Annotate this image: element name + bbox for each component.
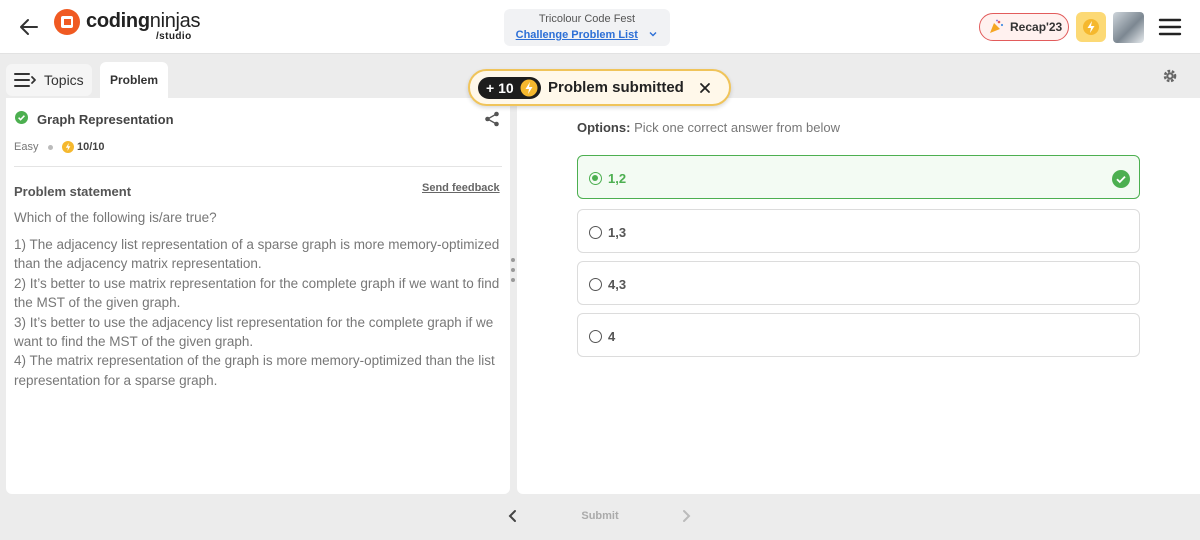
recap-label: Recap'23 — [1010, 20, 1063, 34]
previous-chevron-icon[interactable] — [505, 508, 521, 524]
solved-check-icon — [15, 111, 28, 124]
event-selector[interactable]: Tricolour Code Fest Challenge Problem Li… — [504, 9, 670, 46]
difficulty-label: Easy — [14, 141, 39, 153]
logo-text: codingninjas — [86, 10, 201, 32]
close-icon[interactable] — [698, 81, 712, 95]
statement-item: 4) The matrix representation of the grap… — [14, 353, 495, 388]
option-label: 4 — [608, 329, 616, 344]
lightning-coin-icon — [62, 141, 74, 153]
topics-menu-icon — [14, 73, 36, 87]
avatar[interactable] — [1113, 12, 1144, 43]
option-label: 1,2 — [608, 171, 627, 186]
problem-statement-heading: Problem statement — [14, 184, 132, 199]
submission-toast: + 10 Problem submitted — [468, 69, 731, 106]
hamburger-menu-icon[interactable] — [1158, 15, 1182, 39]
event-title: Tricolour Code Fest — [538, 13, 636, 25]
chevron-down-icon[interactable] — [648, 29, 658, 39]
options-instruction: Options: Pick one correct answer from be… — [577, 120, 840, 135]
options-panel: Options: Pick one correct answer from be… — [517, 98, 1200, 494]
radio-button-selected[interactable] — [589, 172, 602, 185]
tab-topics-label: Topics — [44, 72, 84, 88]
option-3[interactable]: 4,3 — [577, 261, 1140, 305]
radio-button[interactable] — [589, 330, 602, 343]
points-label: + 10 — [486, 80, 514, 96]
radio-button[interactable] — [589, 226, 602, 239]
logo-icon — [54, 9, 80, 35]
option-label: 1,3 — [608, 225, 627, 240]
logo-subtitle: /studio — [156, 31, 192, 42]
recap-button[interactable]: Recap'23 — [979, 13, 1069, 41]
option-label: 4,3 — [608, 277, 627, 292]
separator-dot — [48, 145, 53, 150]
statement-item: 2) It’s better to use matrix representat… — [14, 275, 500, 311]
problem-panel: Graph Representation Easy 10/10 Problem … — [6, 98, 510, 494]
challenge-problem-list-link[interactable]: Challenge Problem List — [516, 29, 638, 41]
problem-statement: 1) The adjacency list representation of … — [14, 235, 506, 390]
toast-message: Problem submitted — [548, 79, 684, 96]
options-label: Options: — [577, 120, 631, 135]
option-4[interactable]: 4 — [577, 313, 1140, 357]
party-popper-icon — [990, 19, 1004, 33]
problem-title: Graph Representation — [37, 112, 174, 127]
next-chevron-icon[interactable] — [678, 508, 694, 524]
submit-button[interactable]: Submit — [568, 506, 632, 526]
tab-topics[interactable]: Topics — [6, 64, 92, 96]
tab-problem-label: Problem — [109, 73, 158, 87]
radio-button[interactable] — [589, 278, 602, 291]
logo[interactable]: codingninjas /studio — [54, 9, 204, 45]
points-badge: + 10 — [478, 77, 541, 99]
tab-problem[interactable]: Problem — [100, 62, 168, 100]
settings-gear-icon[interactable] — [1162, 68, 1178, 84]
panel-resize-handle[interactable] — [511, 258, 516, 290]
option-2[interactable]: 1,3 — [577, 209, 1140, 253]
statement-item: 1) The adjacency list representation of … — [14, 237, 500, 272]
top-bar: codingninjas /studio Tricolour Code Fest… — [0, 0, 1200, 54]
options-hint: Pick one correct answer from below — [634, 120, 840, 135]
lightning-coin-icon — [1083, 19, 1099, 35]
correct-check-icon — [1112, 170, 1130, 188]
score-label: 10/10 — [77, 141, 105, 153]
send-feedback-link[interactable]: Send feedback — [422, 182, 500, 194]
lightning-coin-icon — [520, 79, 538, 97]
coins-button[interactable] — [1076, 12, 1106, 42]
problem-question: Which of the following is/are true? — [14, 210, 217, 225]
share-icon[interactable] — [484, 111, 500, 127]
statement-item: 3) It’s better to use the adjacency list… — [14, 314, 494, 350]
divider — [14, 166, 502, 167]
option-1[interactable]: 1,2 — [577, 155, 1140, 199]
back-arrow-icon[interactable] — [16, 14, 42, 40]
